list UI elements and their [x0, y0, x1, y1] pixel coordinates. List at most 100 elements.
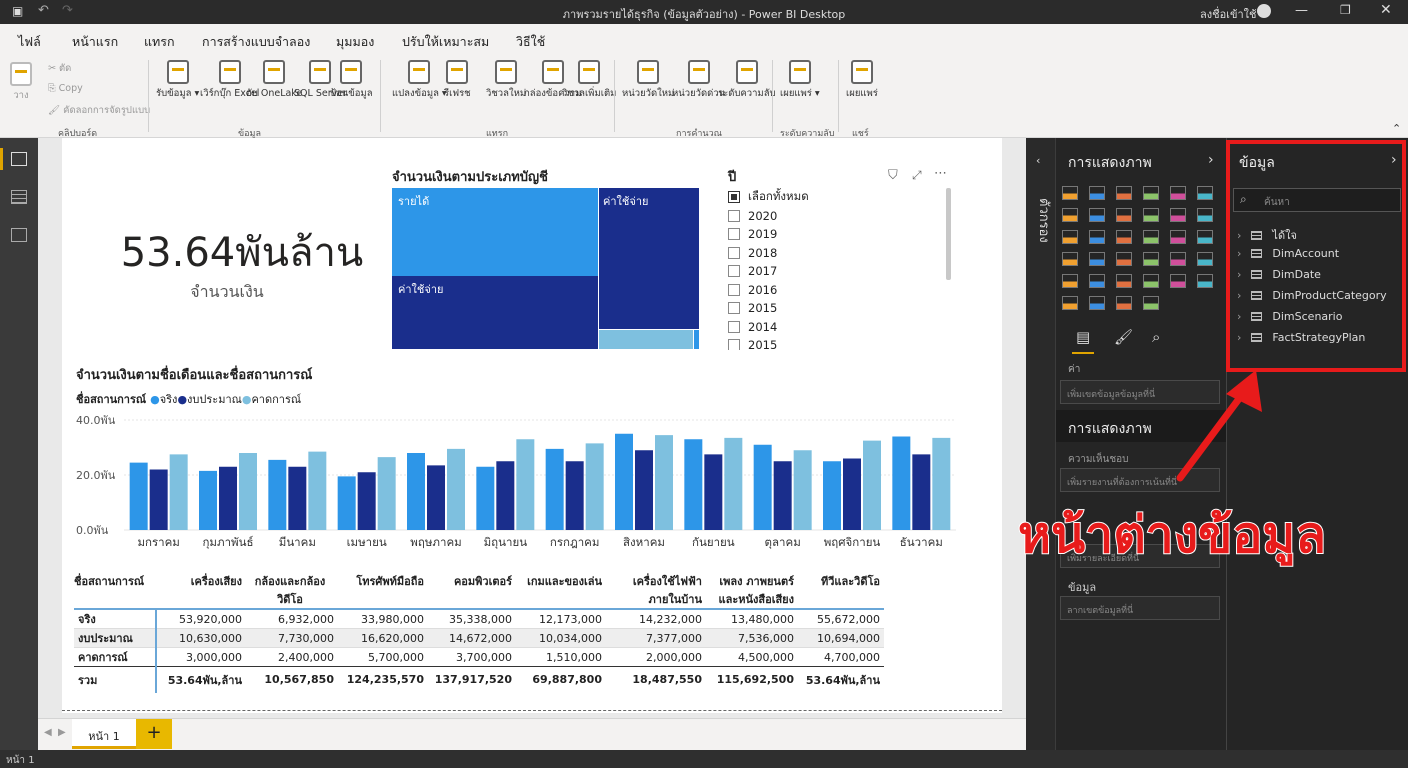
visual-type-icon[interactable] — [1170, 274, 1186, 288]
tab-optimize[interactable]: ปรับให้เหมาะสม — [402, 32, 489, 52]
filter-icon[interactable]: ⛉ — [888, 168, 898, 183]
legend-item[interactable]: คาดการณ์ — [251, 390, 301, 408]
visual-type-icon[interactable] — [1197, 208, 1213, 222]
chart-bar[interactable] — [496, 461, 515, 530]
visual-type-icon[interactable] — [1062, 230, 1078, 244]
tab-help[interactable]: วิธีใช้ — [516, 32, 545, 52]
matrix-header[interactable]: เครื่องใช้ไฟฟ้าภายในบ้าน — [606, 570, 706, 609]
visual-type-icon[interactable] — [1089, 274, 1105, 288]
data-view-icon[interactable] — [11, 190, 27, 204]
slicer-item-select-all[interactable]: เลือกทั้งหมด — [728, 188, 948, 207]
avatar[interactable] — [1257, 4, 1271, 18]
treemap-tile-revenue[interactable]: รายได้ — [392, 188, 598, 276]
matrix-header[interactable]: กล้องและกล้องวิดีโอ — [246, 570, 338, 609]
visual-type-icon[interactable] — [1170, 252, 1186, 266]
chart-bar[interactable] — [268, 459, 287, 530]
tab-file[interactable]: ไฟล์ — [18, 32, 41, 52]
page-tab[interactable]: หน้า 1 — [72, 719, 136, 749]
checkbox[interactable] — [728, 191, 740, 204]
matrix-header[interactable]: คอมพิวเตอร์ — [428, 570, 516, 609]
chart-bar[interactable] — [753, 444, 772, 530]
slicer-item[interactable]: 2020 — [728, 207, 948, 226]
chart-bar[interactable] — [239, 453, 257, 530]
visual-type-icon[interactable] — [1143, 296, 1159, 310]
chart-bar[interactable] — [704, 454, 723, 530]
chart-bar[interactable] — [684, 439, 703, 530]
sensitivity-button[interactable]: ระดับความลับ — [718, 60, 776, 100]
matrix-header[interactable]: ชื่อสถานการณ์ — [74, 570, 156, 609]
visual-type-icon[interactable] — [1170, 208, 1186, 222]
treemap-tile-small[interactable] — [599, 330, 693, 349]
matrix-header[interactable]: เกมและของเล่น — [516, 570, 606, 609]
chart-bar[interactable] — [615, 433, 633, 530]
close-icon[interactable]: ✕ — [1380, 2, 1392, 18]
visual-type-icon[interactable] — [1197, 230, 1213, 244]
visual-type-icon[interactable] — [1197, 274, 1213, 288]
tab-insert[interactable]: แทรก — [144, 32, 175, 52]
slicer-item[interactable]: 2017 — [728, 262, 948, 281]
chart-bar[interactable] — [635, 450, 653, 530]
share-button[interactable]: เผยแพร่ — [846, 60, 878, 100]
chart-bar[interactable] — [565, 461, 584, 530]
transform-data-button[interactable]: แปลงข้อมูล ▾ — [392, 60, 447, 100]
cut-button[interactable]: ✂ ตัด — [48, 62, 71, 75]
chart-bar[interactable] — [288, 466, 307, 530]
chart-bar[interactable] — [912, 454, 931, 530]
matrix-header[interactable]: โทรศัพท์มือถือ — [338, 570, 428, 609]
treemap-tile-tiny[interactable] — [694, 330, 699, 349]
chart-bar[interactable] — [863, 440, 881, 530]
analytics-icon[interactable]: ⌕ — [1152, 328, 1160, 346]
checkbox[interactable] — [728, 320, 740, 333]
visual-type-icon[interactable] — [1116, 186, 1132, 200]
get-data-button[interactable]: รับข้อมูล ▾ — [156, 60, 199, 100]
chart-bar[interactable] — [773, 461, 792, 530]
chart-bar[interactable] — [199, 470, 217, 530]
minimize-icon[interactable]: — — [1295, 3, 1308, 18]
chart-bar[interactable] — [516, 439, 535, 530]
slicer-item[interactable]: 2014 — [728, 318, 948, 337]
checkbox[interactable] — [728, 246, 740, 259]
tab-view[interactable]: มุมมอง — [336, 32, 374, 52]
chart-bar[interactable] — [655, 435, 673, 530]
new-measure-button[interactable]: หน่วยวัดใหม่ — [622, 60, 674, 100]
chart-bar[interactable] — [407, 453, 425, 530]
add-page-button[interactable]: + — [136, 719, 172, 749]
visual-type-icon[interactable] — [1062, 274, 1078, 288]
tab-modeling[interactable]: การสร้างแบบจำลอง — [202, 32, 310, 52]
checkbox[interactable] — [728, 228, 740, 241]
visual-type-icon[interactable] — [1116, 274, 1132, 288]
slicer-scrollbar[interactable] — [946, 188, 951, 280]
chart-bar[interactable] — [337, 476, 356, 530]
matrix-header[interactable]: ทีวีและวิดีโอ — [798, 570, 884, 609]
visual-type-icon[interactable] — [1143, 252, 1159, 266]
format-paint-icon[interactable]: 🖌 — [1114, 328, 1133, 346]
chart-bar[interactable] — [149, 469, 168, 531]
visual-type-icon[interactable] — [1062, 208, 1078, 222]
treemap-tile-expense-a[interactable]: ค่าใช้จ่าย — [392, 276, 598, 349]
focus-mode-icon[interactable]: ⤢ — [912, 168, 922, 183]
visual-type-icon[interactable] — [1089, 230, 1105, 244]
matrix-header[interactable]: เพลง ภาพยนตร์และหนังสือเสียง — [706, 570, 798, 609]
visual-type-icon[interactable] — [1170, 186, 1186, 200]
collapse-viz-icon[interactable]: › — [1208, 152, 1214, 168]
chart-bar[interactable] — [219, 466, 237, 530]
model-view-icon[interactable] — [11, 228, 27, 242]
chart-bar[interactable] — [892, 436, 911, 531]
visual-type-icon[interactable] — [1089, 186, 1105, 200]
checkbox[interactable] — [728, 283, 740, 296]
matrix-row[interactable]: คาดการณ์ 3,000,000 2,400,000 5,700,000 3,700… — [74, 647, 884, 667]
collapse-ribbon-icon[interactable]: ⌃ — [1392, 122, 1401, 135]
visual-type-icon[interactable] — [1116, 296, 1132, 310]
chart-bar[interactable] — [585, 443, 604, 530]
refresh-button[interactable]: รีเฟรช — [444, 60, 471, 100]
chart-bar[interactable] — [793, 450, 812, 530]
format-painter-button[interactable]: 🖌 คัดลอกการจัดรูปแบบ — [48, 104, 150, 117]
chart-bar[interactable] — [169, 454, 188, 530]
matrix-row[interactable]: งบประมาณ 10,630,000 7,730,000 16,620,000 14,… — [74, 628, 884, 648]
visual-type-icon[interactable] — [1143, 186, 1159, 200]
legend-item[interactable]: งบประมาณ — [187, 390, 242, 408]
visual-type-icon[interactable] — [1089, 208, 1105, 222]
checkbox[interactable] — [728, 209, 740, 222]
more-options-icon[interactable]: ⋯ — [934, 166, 947, 181]
visual-type-icon[interactable] — [1116, 252, 1132, 266]
